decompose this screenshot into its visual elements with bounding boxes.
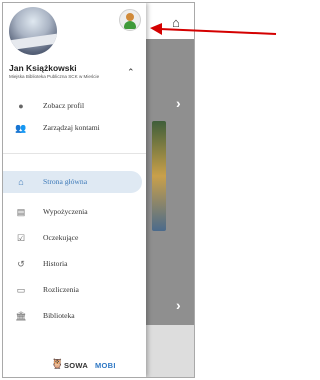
user-name: Jan Książkowski	[9, 63, 77, 73]
nav-item-label: Strona główna	[43, 177, 88, 186]
user-avatar[interactable]	[9, 7, 57, 55]
account-circle-icon: ●	[18, 101, 24, 111]
account-switch-avatar[interactable]	[119, 9, 141, 31]
book-cover[interactable]	[152, 121, 166, 231]
navigation-drawer: Jan Książkowski Miejska Biblioteka Publi…	[3, 3, 146, 377]
chevron-right-icon[interactable]: ›	[176, 297, 181, 313]
divider	[3, 153, 146, 154]
library-building-icon: 🏛	[15, 311, 27, 321]
nav-item-label: Biblioteka	[43, 311, 75, 320]
nav-item-label: Oczekujące	[43, 233, 79, 242]
chevron-right-icon[interactable]: ›	[176, 95, 181, 111]
nav-item-label: Wypożyczenia	[43, 207, 88, 216]
chevron-up-icon[interactable]: ⌃	[127, 67, 135, 78]
nav-item-history[interactable]: ↺ Historia	[3, 253, 146, 275]
nav-item-pending[interactable]: ☑ Oczekujące	[3, 227, 146, 249]
menu-item-profile[interactable]: ● Zobacz profil	[3, 95, 146, 117]
nav-item-home[interactable]: ⌂ Strona główna	[3, 171, 142, 193]
menu-item-label: Zobacz profil	[43, 101, 85, 110]
books-icon: ▤	[16, 207, 26, 217]
nav-item-loans[interactable]: ▤ Wypożyczenia	[3, 201, 146, 223]
user-library: Miejska Biblioteka Publiczna SCK w Mieśc…	[9, 74, 100, 79]
nav-item-label: Historia	[43, 259, 68, 268]
accounts-group-icon: 👥	[15, 123, 27, 133]
credit-card-icon: ▭	[16, 285, 26, 295]
menu-item-label: Zarządzaj kontami	[43, 123, 100, 132]
menu-item-manage-accounts[interactable]: 👥 Zarządzaj kontami	[3, 117, 146, 139]
calendar-check-icon: ☑	[16, 233, 26, 243]
nav-item-billing[interactable]: ▭ Rozliczenia	[3, 279, 146, 301]
nav-item-library[interactable]: 🏛 Biblioteka	[3, 305, 146, 327]
drawer-header: Jan Książkowski Miejska Biblioteka Publi…	[3, 3, 146, 81]
owl-icon: 🦉	[51, 359, 64, 370]
history-icon: ↺	[17, 259, 25, 269]
nav-item-label: Rozliczenia	[43, 285, 79, 294]
logo-text: SOWA	[64, 361, 89, 370]
book-cover[interactable]	[146, 325, 194, 377]
annotation-arrow	[150, 23, 277, 35]
background-app-content: ⌂ › ›	[146, 3, 194, 377]
phone-screen: ⌂ › › Jan Książkowski Miejska Biblioteka…	[2, 2, 195, 378]
logo-text-accent: MOBI	[95, 361, 116, 370]
home-icon: ⌂	[18, 177, 24, 187]
